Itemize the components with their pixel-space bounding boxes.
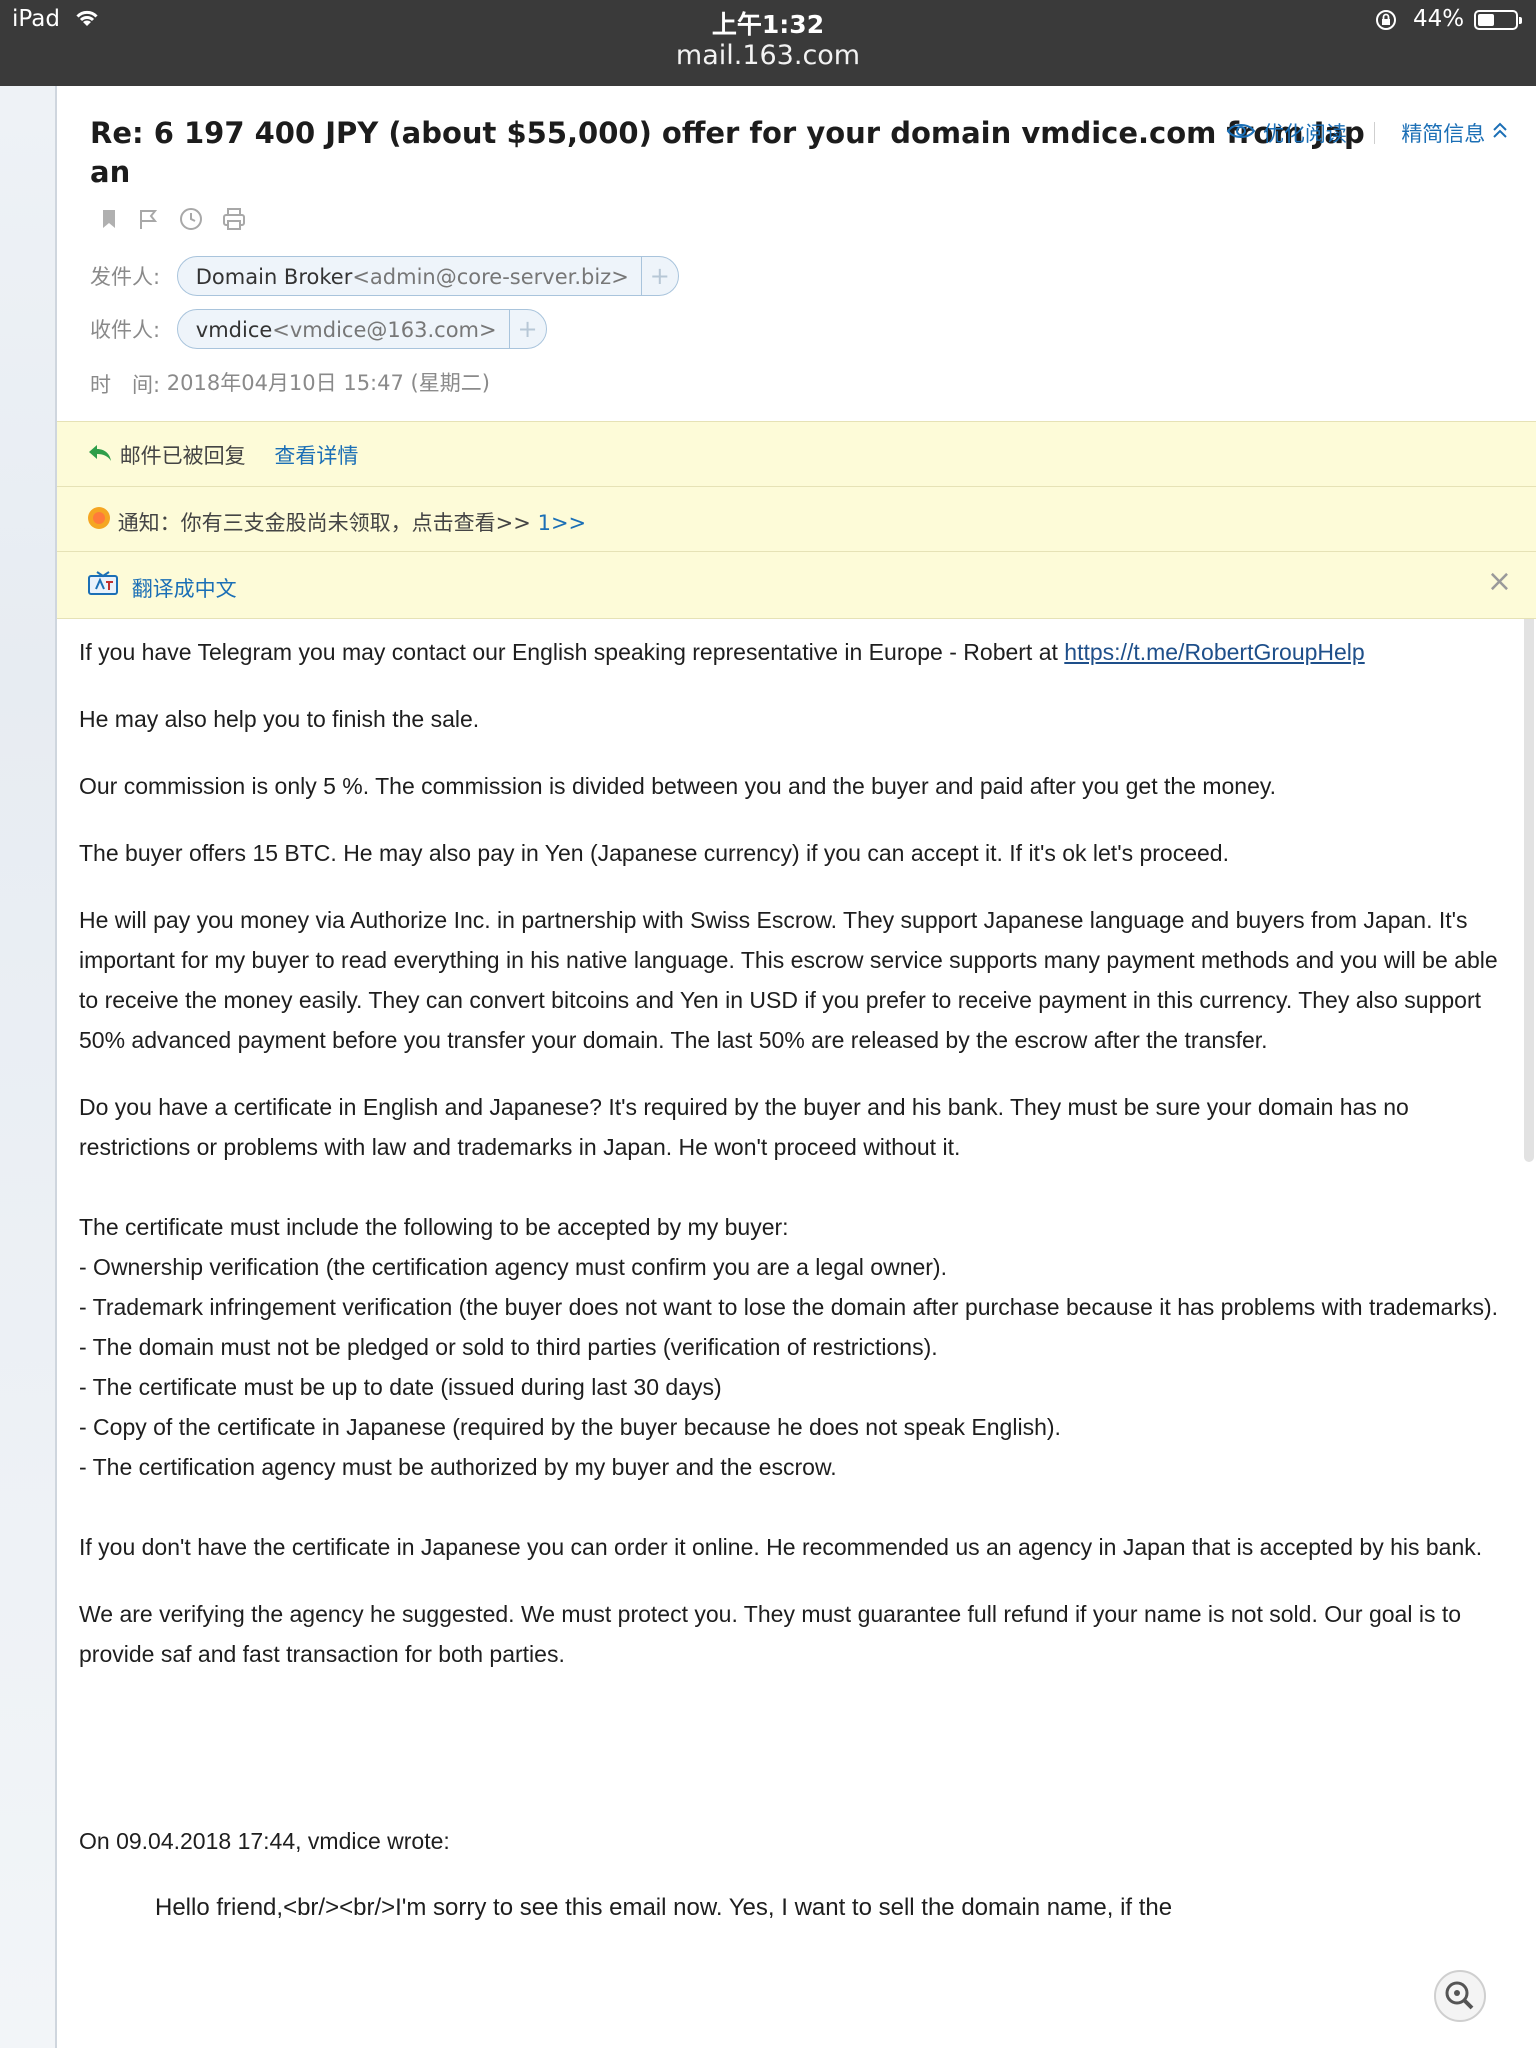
list-item: - The certificate must be up to date (is… <box>79 1374 722 1400</box>
replied-text: 邮件已被回复 <box>119 444 246 468</box>
recipient-chip[interactable]: vmdice<vmdice@163.com> + <box>176 309 547 349</box>
paragraph-commission: Our commission is only 5 %. The commissi… <box>79 773 1277 799</box>
recipient-row: 收件人: vmdice<vmdice@163.com> + <box>90 309 547 349</box>
view-details-link[interactable]: 查看详情 <box>274 444 358 468</box>
paragraph-offer: The buyer offers 15 BTC. He may also pay… <box>79 840 1229 866</box>
bookmark-icon[interactable] <box>99 207 119 236</box>
gold-notice-bar: 通知：你有三支金股尚未领取，点击查看>> 1>> <box>57 486 1536 551</box>
header-divider <box>1373 122 1375 144</box>
clock: 上午1:32 <box>711 10 825 39</box>
time-label: 时 间: <box>90 373 161 397</box>
notice-text[interactable]: 通知：你有三支金股尚未领取，点击查看>> <box>118 511 531 535</box>
list-item: - The certification agency must be autho… <box>79 1454 837 1480</box>
list-item: - Trademark infringement verification (t… <box>79 1294 1499 1320</box>
print-icon[interactable] <box>221 206 247 237</box>
quote-header: On 09.04.2018 17:44, vmdice wrote: <box>79 1828 450 1854</box>
paragraph-certificate: Do you have a certificate in English and… <box>79 1094 1409 1160</box>
paragraph-telegram: If you have Telegram you may contact our… <box>79 632 1509 672</box>
close-icon[interactable]: × <box>1487 564 1512 599</box>
battery-icon <box>1474 10 1522 30</box>
sent-time: 2018年04月10日 15:47 (星期二) <box>166 371 490 395</box>
paragraph-escrow: He will pay you money via Authorize Inc.… <box>79 907 1498 1053</box>
battery-percent: 44% <box>1413 6 1465 32</box>
sender-name: Domain Broker <box>195 265 353 289</box>
rotation-lock-icon <box>1374 8 1398 37</box>
reply-arrow-icon <box>87 444 120 468</box>
recipient-name: vmdice <box>195 318 273 342</box>
battery-level <box>1478 14 1494 26</box>
list-item: - The domain must not be pledged or sold… <box>79 1334 938 1360</box>
notice-link[interactable]: 1>> <box>538 511 587 535</box>
requirements-list: The certificate must include the followi… <box>79 1207 1509 1487</box>
header-links: 优化阅读 精简信息 <box>1226 118 1508 148</box>
replied-bar: 邮件已被回复 查看详情 <box>57 421 1536 486</box>
recipient-address: <vmdice@163.com> <box>272 318 497 342</box>
list-item: - Copy of the certificate in Japanese (r… <box>79 1414 1061 1440</box>
brief-info-link[interactable]: 精简信息 <box>1401 118 1485 148</box>
sender-row: 发件人: Domain Broker<admin@core-server.biz… <box>90 256 679 296</box>
status-bar: iPad 上午1:32 mail.163.com 44% <box>0 0 1536 86</box>
clock-icon[interactable] <box>178 206 204 237</box>
add-recipient-button[interactable]: + <box>508 310 546 348</box>
mail-body: If you have Telegram you may contact our… <box>79 632 1509 1928</box>
time-row: 时 间: 2018年04月10日 15:47 (星期二) <box>90 367 490 399</box>
quoted-message: Hello friend,<br/><br/>I'm sorry to see … <box>155 1894 1173 1921</box>
list-item: - Ownership verification (the certificat… <box>79 1254 947 1280</box>
mail-subject: Re: 6 197 400 JPY (about $55,000) offer … <box>90 116 1365 189</box>
translate-bar: 翻译成中文 × <box>57 551 1536 619</box>
telegram-link[interactable]: https://t.me/RobertGroupHelp <box>1064 639 1364 665</box>
recipient-label: 收件人: <box>90 318 161 342</box>
paragraph-verifying: We are verifying the agency he suggested… <box>79 1601 1462 1667</box>
sender-label: 发件人: <box>90 265 161 289</box>
coin-icon <box>87 507 118 535</box>
zoom-button[interactable] <box>1434 1970 1486 2022</box>
flag-icon[interactable] <box>136 207 160 236</box>
collapse-chevron-icon[interactable] <box>1492 121 1508 146</box>
paragraph-order-online: If you don't have the certificate in Jap… <box>79 1534 1483 1560</box>
translate-icon <box>87 571 126 601</box>
mail-header: Re: 6 197 400 JPY (about $55,000) offer … <box>57 86 1536 421</box>
left-gutter <box>0 86 55 2048</box>
list-intro: The certificate must include the followi… <box>79 1214 789 1240</box>
translate-link[interactable]: 翻译成中文 <box>132 577 237 601</box>
magnifier-icon <box>1445 1981 1474 2010</box>
paragraph-help: He may also help you to finish the sale. <box>79 706 480 732</box>
sender-address: <admin@core-server.biz> <box>352 265 629 289</box>
url-bar[interactable]: mail.163.com <box>0 40 1536 71</box>
sender-chip[interactable]: Domain Broker<admin@core-server.biz> + <box>176 256 679 296</box>
optimized-read-link[interactable]: 优化阅读 <box>1263 118 1347 148</box>
telegram-text: If you have Telegram you may contact our… <box>79 639 1065 665</box>
optimized-read-icon[interactable] <box>1226 121 1256 145</box>
add-contact-button[interactable]: + <box>640 257 678 295</box>
mail-action-icons <box>99 206 260 237</box>
